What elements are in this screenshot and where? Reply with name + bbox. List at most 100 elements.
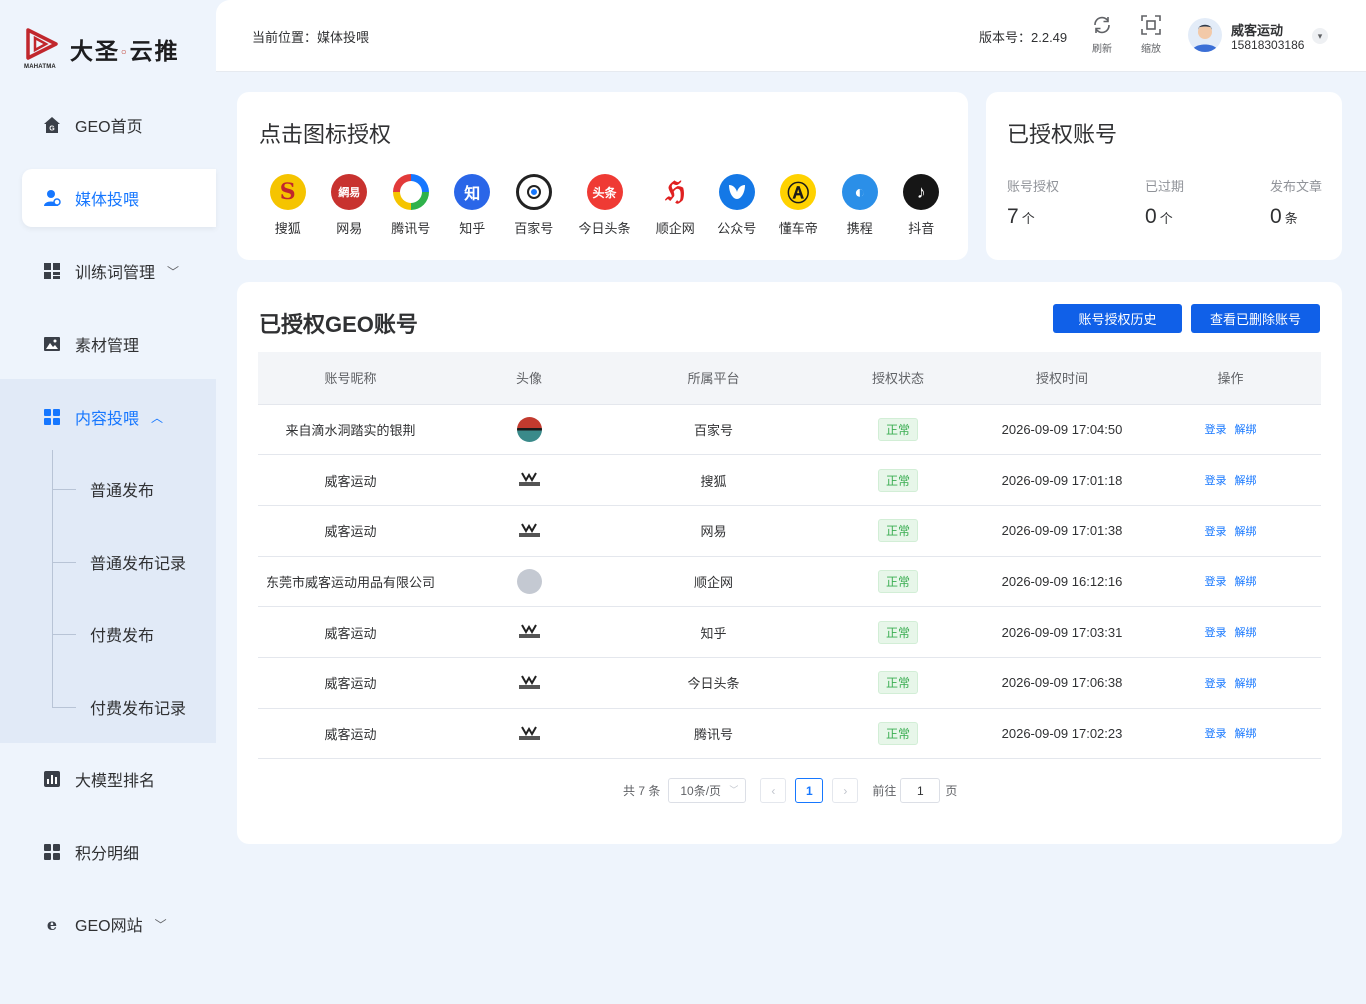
- cell-platform: 今日头条: [615, 657, 812, 709]
- platform-sohu[interactable]: S 搜狐: [257, 174, 319, 237]
- avatar-placeholder: [516, 568, 542, 594]
- view-deleted-button[interactable]: 查看已删除账号: [1191, 304, 1320, 333]
- zoom-button[interactable]: 缩放: [1133, 14, 1169, 55]
- chevron-down-icon: ﹀: [729, 785, 739, 795]
- brand-logo[interactable]: MAHATMA 大圣◦云推: [24, 26, 180, 72]
- pagination: 共 7 条 10条/页 ﹀ ‹ 1 › 前往 页: [623, 778, 957, 803]
- platform-netease[interactable]: 網易 网易: [319, 174, 381, 237]
- browser-icon: e: [42, 915, 61, 934]
- status-badge: 正常: [877, 417, 918, 441]
- login-link[interactable]: 登录: [1205, 424, 1227, 436]
- authorize-card: 点击图标授权 S 搜狐 網易 网易 腾讯号 知 知乎 百家号 头条 今日头条 ℌ…: [237, 92, 968, 260]
- refresh-label: 刷新: [1092, 44, 1112, 55]
- login-link[interactable]: 登录: [1205, 576, 1227, 588]
- platform-label: 懂车帝: [778, 221, 818, 236]
- submenu-item-normal-publish-records[interactable]: 普通发布记录: [52, 542, 216, 582]
- platform-wechat-official[interactable]: 公众号: [706, 174, 768, 237]
- column-header: 操作: [1140, 352, 1321, 405]
- cell-platform: 百家号: [615, 404, 812, 456]
- unbind-link[interactable]: 解绑: [1235, 475, 1257, 487]
- shunqi-icon: ℌ: [657, 174, 694, 210]
- grid-icon: [42, 262, 61, 281]
- stat-value: 0: [1270, 205, 1282, 228]
- unbind-link[interactable]: 解绑: [1235, 424, 1257, 436]
- platform-label: 抖音: [908, 221, 935, 236]
- platform-shunqi[interactable]: ℌ 顺企网: [645, 174, 707, 237]
- column-header: 头像: [443, 352, 615, 405]
- submenu-item-paid-publish-records[interactable]: 付费发布记录: [52, 687, 216, 727]
- grid-icon: [42, 843, 61, 862]
- user-name: 威客运动: [1231, 23, 1284, 38]
- goto-page-input[interactable]: [900, 778, 941, 803]
- sidebar-item-label: 大模型排名: [75, 773, 156, 790]
- platform-dongchedi[interactable]: Ⓐ 懂车帝: [768, 174, 830, 237]
- ctrip-icon: ◐: [841, 174, 878, 210]
- sidebar-item-label: GEO首页: [75, 119, 143, 136]
- unbind-link[interactable]: 解绑: [1235, 576, 1257, 588]
- next-page-button[interactable]: ›: [832, 778, 859, 803]
- prev-page-button[interactable]: ‹: [760, 778, 787, 803]
- tencent-icon: [392, 174, 429, 210]
- platform-toutiao[interactable]: 头条 今日头条: [565, 174, 645, 237]
- platform-baijiahao[interactable]: 百家号: [503, 174, 565, 237]
- page-number-current[interactable]: 1: [795, 778, 824, 803]
- chevron-down-icon: ﹀: [167, 264, 180, 279]
- page-size-select[interactable]: 10条/页 ﹀: [668, 778, 747, 803]
- sidebar: MAHATMA 大圣◦云推 G GEO首页 媒体投喂 训练词管理 ﹀ 素材管理 …: [0, 0, 216, 1004]
- avatar[interactable]: [1188, 18, 1222, 52]
- stat-label: 已过期: [1145, 179, 1185, 194]
- platform-ctrip[interactable]: ◐ 携程: [829, 174, 891, 237]
- submenu-item-normal-publish[interactable]: 普通发布: [52, 469, 216, 509]
- status-badge: 正常: [877, 569, 918, 593]
- authorize-title: 点击图标授权: [259, 122, 392, 147]
- cell-time: 2026-09-09 16:12:16: [984, 556, 1140, 608]
- submenu-item-paid-publish[interactable]: 付费发布: [52, 614, 216, 654]
- submenu-item-label: 付费发布: [90, 628, 155, 645]
- user-phone: 15818303186: [1231, 38, 1305, 52]
- user-menu-chevron-icon[interactable]: ▾: [1312, 28, 1328, 44]
- zhihu-icon: 知: [454, 174, 491, 210]
- baijiahao-icon: [515, 174, 552, 210]
- sidebar-item-geo-site[interactable]: e GEO网站 ﹀: [22, 895, 216, 953]
- stat-value: 7: [1007, 205, 1019, 228]
- platform-douyin[interactable]: ♪ 抖音: [891, 174, 953, 237]
- stat-unit: 个: [1021, 211, 1035, 226]
- submenu-item-label: 付费发布记录: [90, 701, 187, 718]
- unbind-link[interactable]: 解绑: [1235, 678, 1257, 690]
- cell-time: 2026-09-09 17:01:38: [984, 505, 1140, 557]
- stat-label: 发布文章: [1270, 179, 1323, 194]
- sidebar-item-points[interactable]: 积分明细: [22, 823, 216, 881]
- unbind-link[interactable]: 解绑: [1235, 526, 1257, 538]
- auth-history-button[interactable]: 账号授权历史: [1053, 304, 1182, 333]
- refresh-button[interactable]: 刷新: [1084, 14, 1120, 55]
- login-link[interactable]: 登录: [1205, 678, 1227, 690]
- table-row: 威客运动 腾讯号 正常 2026-09-09 17:02:23 登录 解绑: [258, 708, 1321, 760]
- login-link[interactable]: 登录: [1205, 728, 1227, 740]
- unbind-link[interactable]: 解绑: [1235, 627, 1257, 639]
- platform-label: 顺企网: [655, 221, 695, 236]
- sidebar-item-media-feed[interactable]: 媒体投喂: [22, 169, 216, 227]
- sidebar-item-geo-home[interactable]: G GEO首页: [22, 96, 216, 154]
- svg-text:e: e: [46, 915, 56, 933]
- column-header: 所属平台: [615, 352, 812, 405]
- brand-avatar-icon: [518, 472, 540, 487]
- submenu-item-label: 普通发布记录: [90, 556, 187, 573]
- login-link[interactable]: 登录: [1205, 475, 1227, 487]
- login-link[interactable]: 登录: [1205, 526, 1227, 538]
- sidebar-item-materials[interactable]: 素材管理: [22, 315, 216, 373]
- sidebar-item-content-feed[interactable]: 内容投喂 ︿: [22, 388, 216, 446]
- authorized-title: 已授权账号: [1007, 122, 1118, 147]
- platform-label: 知乎: [459, 221, 486, 236]
- cell-platform: 腾讯号: [615, 708, 812, 760]
- status-badge: 正常: [877, 519, 918, 543]
- cell-platform: 知乎: [615, 606, 812, 658]
- unbind-link[interactable]: 解绑: [1235, 728, 1257, 740]
- login-link[interactable]: 登录: [1205, 627, 1227, 639]
- avatar-landscape: [516, 416, 542, 442]
- netease-icon: 網易: [331, 174, 368, 210]
- platform-tencent[interactable]: 腾讯号: [380, 174, 442, 237]
- sidebar-item-model-ranking[interactable]: 大模型排名: [22, 750, 216, 808]
- sidebar-item-training-words[interactable]: 训练词管理 ﹀: [22, 242, 216, 300]
- chevron-down-icon: ﹀: [154, 917, 167, 932]
- platform-zhihu[interactable]: 知 知乎: [442, 174, 504, 237]
